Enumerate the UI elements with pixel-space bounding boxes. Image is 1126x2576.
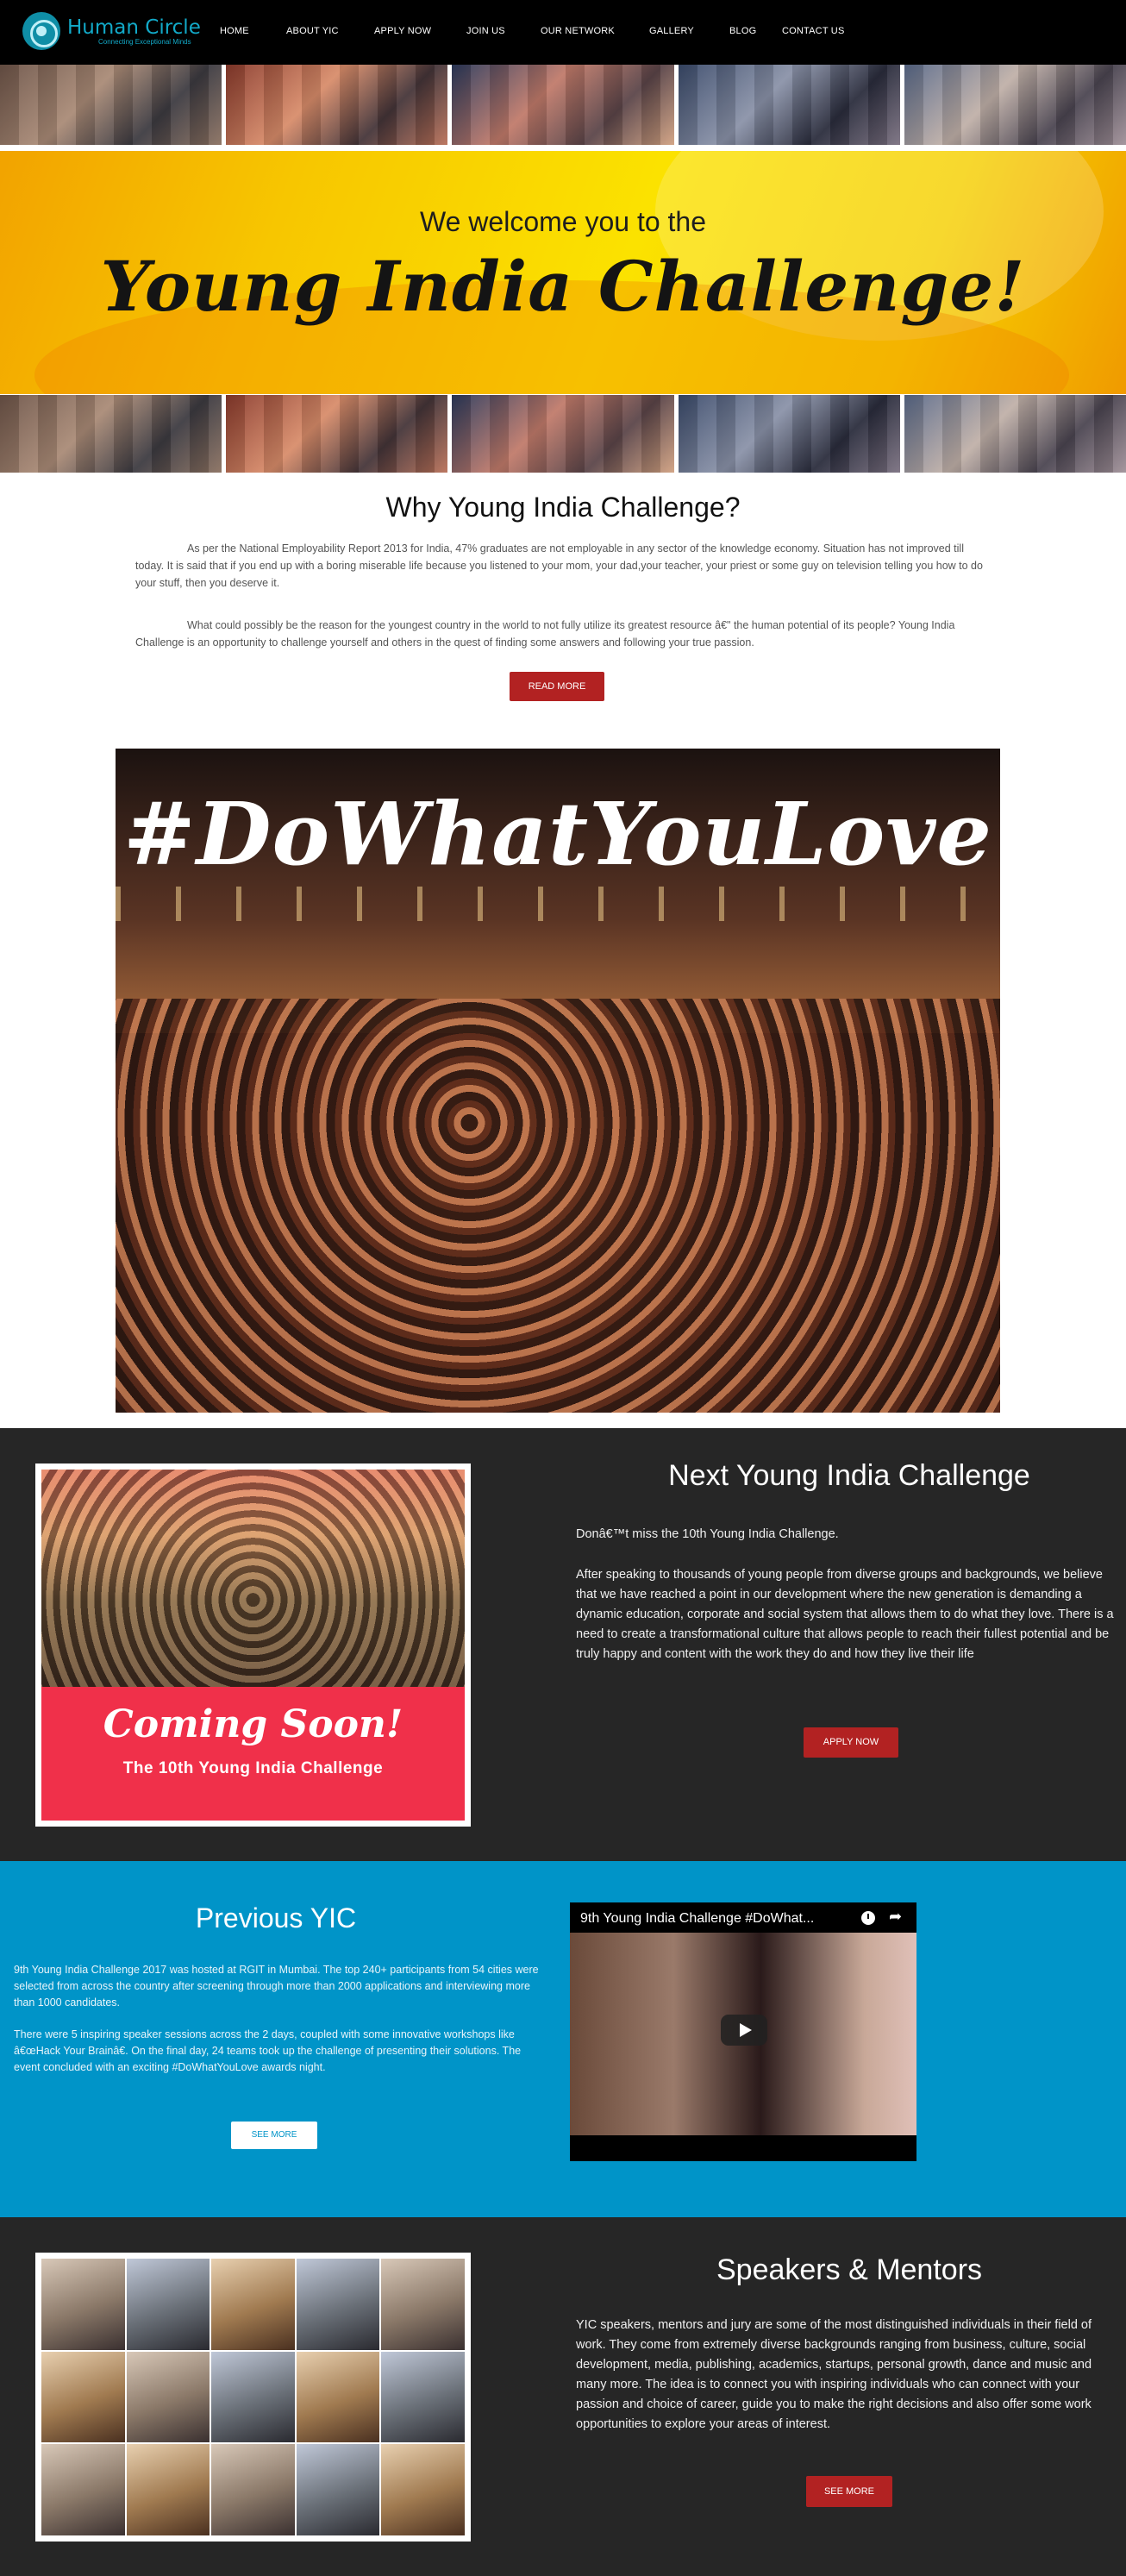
- poster-subtitle: The 10th Young India Challenge: [122, 1759, 384, 1778]
- welcome-banner: We welcome you to the Young India Challe…: [0, 151, 1126, 394]
- logo[interactable]: Human Circle Connecting Exceptional Mind…: [22, 12, 201, 50]
- speaker-photo: [296, 2444, 380, 2535]
- next-yic-intro: Donâ€™t miss the 10th Young India Challe…: [576, 1527, 839, 1541]
- group-photo: [41, 1470, 465, 1688]
- nav-apply-now[interactable]: APPLY NOW: [374, 26, 466, 36]
- nav-join-us[interactable]: JOIN US: [466, 26, 541, 36]
- video-title: 9th Young India Challenge #DoWhat...: [580, 1911, 815, 1926]
- apply-now-button[interactable]: APPLY NOW: [804, 1727, 898, 1758]
- previous-yic-heading: Previous YIC: [195, 1902, 357, 1934]
- logo-icon: [22, 12, 60, 50]
- hashtag-text: #DoWhatYouLove: [122, 783, 993, 885]
- nav-gallery[interactable]: GALLERY: [649, 26, 729, 36]
- logo-name: Human Circle: [67, 16, 201, 39]
- banner-photo: [678, 65, 900, 145]
- banner-photo: [904, 65, 1126, 145]
- welcome-text: We welcome you to the: [419, 206, 706, 237]
- nav-menu: HOME ABOUT YIC APPLY NOW JOIN US OUR NET…: [220, 26, 868, 36]
- speaker-photo: [126, 2351, 210, 2443]
- speaker-photo: [381, 2444, 465, 2535]
- speakers-body: YIC speakers, mentors and jury are some …: [576, 2318, 1092, 2431]
- previous-yic-paragraph-2: There were 5 inspiring speaker sessions …: [14, 2028, 522, 2073]
- share-icon[interactable]: ➦: [889, 1908, 902, 1926]
- read-more-button[interactable]: READ MORE: [510, 672, 604, 701]
- banner-photo: [452, 395, 674, 473]
- watch-later-icon[interactable]: [861, 1911, 875, 1925]
- nav-our-network[interactable]: OUR NETWORK: [541, 26, 649, 36]
- speaker-photo: [126, 2259, 210, 2350]
- logo-tagline: Connecting Exceptional Minds: [98, 37, 191, 46]
- why-paragraph-1: As per the National Employability Report…: [135, 542, 983, 589]
- photo-strip-bottom: [0, 395, 1126, 473]
- speaker-photo: [211, 2351, 295, 2443]
- dowhatyoulove-photo: #DoWhatYouLove: [116, 749, 1000, 1413]
- why-heading: Why Young India Challenge?: [385, 492, 741, 523]
- previous-yic-paragraph-1: 9th Young India Challenge 2017 was hoste…: [14, 1964, 539, 2009]
- speaker-photo: [126, 2444, 210, 2535]
- video-player[interactable]: 9th Young India Challenge #DoWhat... ➦: [570, 1902, 916, 2161]
- nav-contact-us[interactable]: CONTACT US: [782, 26, 868, 36]
- speaker-photo: [381, 2259, 465, 2350]
- poster-title: Coming Soon!: [103, 1702, 403, 1747]
- photo-strip-top: [0, 65, 1126, 145]
- speaker-photo: [211, 2259, 295, 2350]
- nav-blog[interactable]: BLOG: [729, 26, 782, 36]
- speakers-mosaic: [35, 2253, 471, 2542]
- banner-photo: [452, 65, 674, 145]
- next-yic-body: After speaking to thousands of young peo…: [576, 1568, 1114, 1661]
- speakers-heading: Speakers & Mentors: [716, 2253, 983, 2286]
- speaker-photo: [41, 2351, 125, 2443]
- coming-soon-poster: Coming Soon! The 10th Young India Challe…: [35, 1463, 471, 1827]
- play-icon[interactable]: [721, 2015, 767, 2046]
- next-yic-heading: Next Young India Challenge: [668, 1459, 1030, 1492]
- banner-title: Young India Challenge!: [100, 246, 1026, 327]
- speaker-photo: [296, 2351, 380, 2443]
- see-more-speakers-button[interactable]: SEE MORE: [806, 2476, 892, 2507]
- nav-home[interactable]: HOME: [220, 26, 286, 36]
- banner-photo: [904, 395, 1126, 473]
- banner-photo: [226, 65, 448, 145]
- speaker-photo: [381, 2351, 465, 2443]
- speaker-photo: [296, 2259, 380, 2350]
- speaker-photo: [211, 2444, 295, 2535]
- top-navbar: Human Circle Connecting Exceptional Mind…: [0, 0, 1126, 65]
- banner-photo: [0, 395, 222, 473]
- see-more-previous-button[interactable]: SEE MORE: [231, 2122, 317, 2149]
- banner-photo: [0, 65, 222, 145]
- banner-photo: [678, 395, 900, 473]
- banner-photo: [226, 395, 448, 473]
- speaker-photo: [41, 2259, 125, 2350]
- nav-about-yic[interactable]: ABOUT YIC: [286, 26, 374, 36]
- speaker-photo: [41, 2444, 125, 2535]
- why-paragraph-2: What could possibly be the reason for th…: [135, 619, 955, 649]
